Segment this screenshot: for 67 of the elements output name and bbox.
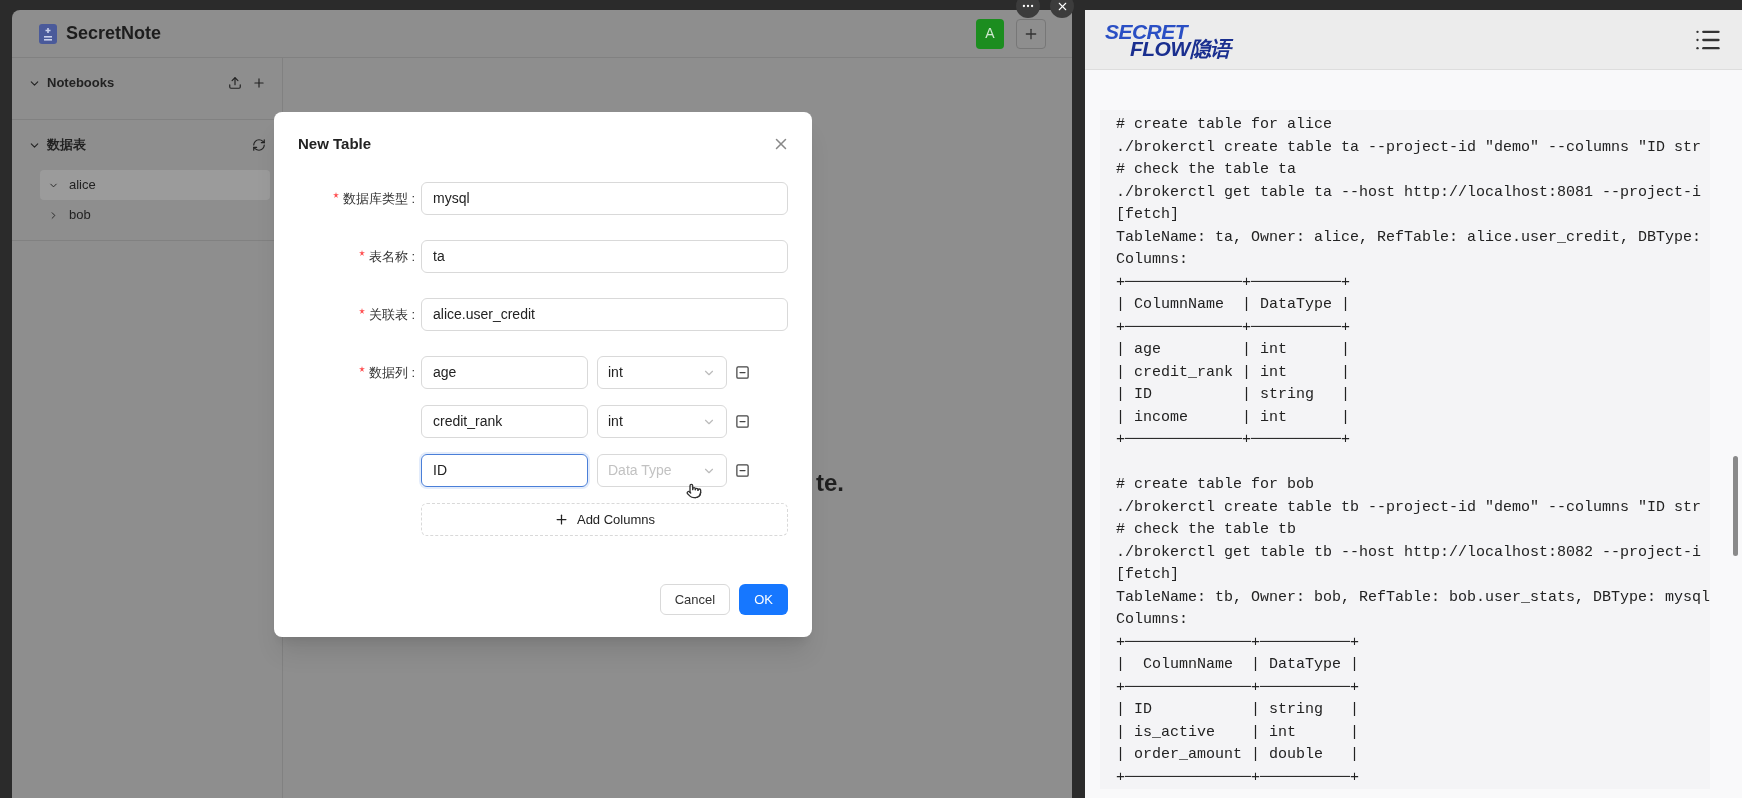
- code-line: # create table for bob: [1116, 475, 1316, 495]
- code-line: | order_amount | double |: [1116, 745, 1361, 765]
- code-line: | ID | string |: [1116, 385, 1352, 405]
- code-line: +──────────────+──────────+: [1116, 677, 1361, 698]
- add-columns-button[interactable]: Add Columns: [421, 503, 788, 536]
- code-line: [fetch]: [1116, 205, 1180, 225]
- close-window-button[interactable]: [1050, 0, 1074, 18]
- app-title: SecretNote: [66, 22, 162, 45]
- code-line: | ColumnName | DataType |: [1116, 295, 1352, 315]
- code-line: +──────────────+──────────+: [1116, 767, 1361, 788]
- field-label: 表名称 :: [368, 247, 415, 266]
- code-line: | income | int |: [1116, 407, 1352, 428]
- tree-item-label: bob: [69, 206, 91, 225]
- section-title: 数据表: [47, 136, 86, 155]
- field-label: 数据列 :: [368, 363, 415, 382]
- upload-icon[interactable]: [228, 76, 242, 90]
- notebook-icon: [38, 22, 58, 45]
- main-message: te.: [816, 469, 844, 496]
- code-line: ./brokerctl get table tb --host http://localhost:8082 --project-i: [1116, 542, 1703, 563]
- tree-item[interactable]: bob: [40, 200, 270, 230]
- code-line: ./brokerctl create table tb --project-id "demo" --columns "ID str: [1116, 497, 1703, 518]
- code-line: TableName: tb, Owner: bob, RefTable: bob.user_stats, DBType: mysql: [1116, 587, 1710, 608]
- code-line: | ColumnName | DataType |: [1116, 655, 1361, 675]
- section-header[interactable]: Notebooks: [28, 73, 115, 93]
- section-title: Notebooks: [47, 74, 115, 93]
- field-label: 关联表 :: [368, 305, 415, 324]
- data-type-select[interactable]: int: [597, 405, 727, 438]
- remove-icon[interactable]: [735, 414, 750, 429]
- more-button[interactable]: [1016, 0, 1040, 18]
- hand-cursor-icon: [686, 483, 702, 499]
- plus-icon: [553, 512, 569, 527]
- text-field[interactable]: mysql: [421, 182, 788, 215]
- cancel-button[interactable]: Cancel: [659, 584, 731, 615]
- column-name-field[interactable]: age: [421, 356, 588, 389]
- code-line: +─────────────+──────────+: [1116, 272, 1352, 293]
- code-line: # check the table ta: [1116, 160, 1298, 180]
- tree-item-label: alice: [69, 176, 96, 195]
- code-line: ./brokerctl create table ta --project-id "demo" --columns "ID str: [1116, 137, 1703, 158]
- code-line: | age | int |: [1116, 340, 1352, 360]
- code-line: TableName: ta, Owner: alice, RefTable: alice.user_credit, DBType:: [1116, 227, 1703, 248]
- code-line: +─────────────+──────────+: [1116, 317, 1352, 338]
- data-type-select[interactable]: int: [597, 356, 727, 389]
- column-name-field[interactable]: credit_rank: [421, 405, 588, 438]
- code-line: # create table for alice: [1116, 115, 1334, 135]
- code-line: +─────────────+──────────+: [1116, 430, 1352, 450]
- code-line: Columns:: [1116, 610, 1189, 630]
- code-line: | credit_rank | int |: [1116, 362, 1352, 383]
- code-line: Columns:: [1116, 250, 1189, 270]
- dialog-title: New Table: [298, 133, 372, 154]
- text-field[interactable]: alice.user_credit: [421, 298, 788, 331]
- column-name-field[interactable]: ID: [421, 454, 588, 487]
- remove-icon[interactable]: [735, 463, 750, 478]
- code-line: | ID | string |: [1116, 700, 1361, 720]
- field-label: 数据库类型 :: [342, 189, 415, 208]
- remove-icon[interactable]: [735, 365, 750, 380]
- logo-text: SECRET: [1105, 22, 1189, 40]
- text-field[interactable]: ta: [421, 240, 788, 273]
- plus-icon[interactable]: [252, 76, 266, 90]
- refresh-icon[interactable]: [252, 138, 266, 152]
- ok-button[interactable]: OK: [739, 584, 788, 615]
- tree-item[interactable]: alice: [40, 170, 270, 200]
- code-line: # check the table tb: [1116, 520, 1298, 540]
- code-line: | is_active | int |: [1116, 722, 1361, 743]
- code-line: [fetch]: [1116, 565, 1180, 585]
- code-line: ./brokerctl get table ta --host http://localhost:8081 --project-i: [1116, 182, 1703, 203]
- section-header[interactable]: 数据表: [28, 135, 86, 155]
- code-line: +──────────────+──────────+: [1116, 632, 1361, 653]
